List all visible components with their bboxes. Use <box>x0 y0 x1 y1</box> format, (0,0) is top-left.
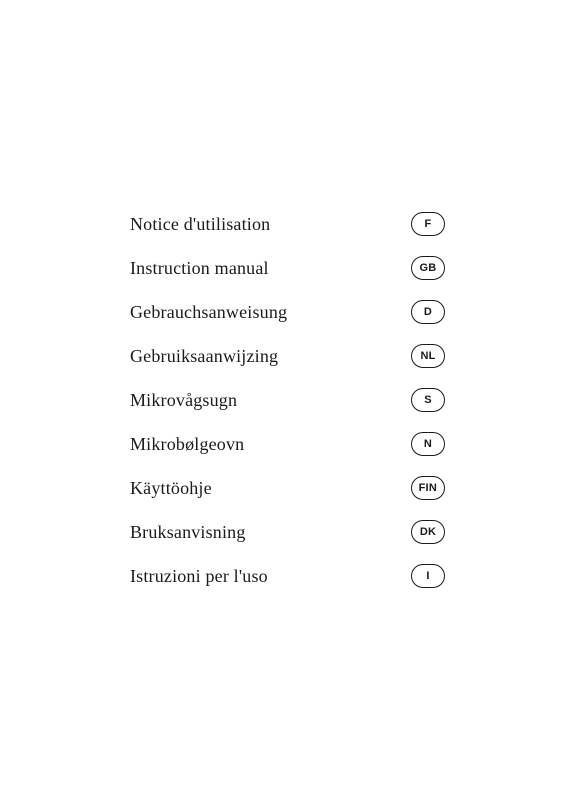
manual-label-dutch: Gebruiksaanwijzing <box>130 346 278 367</box>
lang-badge-german: D <box>411 300 445 324</box>
lang-badge-finnish: FIN <box>411 476 445 500</box>
lang-badge-swedish: S <box>411 388 445 412</box>
manual-label-norwegian: Mikrobølgeovn <box>130 434 244 455</box>
manual-label-english: Instruction manual <box>130 258 269 279</box>
lang-badge-italian: I <box>411 564 445 588</box>
page-container: Notice d'utilisation F Instruction manual G… <box>0 0 565 800</box>
list-item-italian: Istruzioni per l'uso I <box>130 554 445 598</box>
manual-label-german: Gebrauchsanweisung <box>130 302 287 323</box>
manual-label-danish: Bruksanvisning <box>130 522 246 543</box>
lang-badge-dutch: NL <box>411 344 445 368</box>
manual-label-finnish: Käyttöohje <box>130 478 212 499</box>
lang-badge-norwegian: N <box>411 432 445 456</box>
list-item-norwegian: Mikrobølgeovn N <box>130 422 445 466</box>
manual-label-french: Notice d'utilisation <box>130 214 270 235</box>
lang-badge-danish: DK <box>411 520 445 544</box>
list-item-finnish: Käyttöohje FIN <box>130 466 445 510</box>
manual-label-italian: Istruzioni per l'uso <box>130 566 268 587</box>
list-item-dutch: Gebruiksaanwijzing NL <box>130 334 445 378</box>
manual-list: Notice d'utilisation F Instruction manual G… <box>130 202 445 598</box>
list-item-german: Gebrauchsanweisung D <box>130 290 445 334</box>
lang-badge-french: F <box>411 212 445 236</box>
list-item-french: Notice d'utilisation F <box>130 202 445 246</box>
list-item-english: Instruction manual GB <box>130 246 445 290</box>
list-item-danish: Bruksanvisning DK <box>130 510 445 554</box>
lang-badge-english: GB <box>411 256 445 280</box>
list-item-swedish: Mikrovågsugn S <box>130 378 445 422</box>
manual-label-swedish: Mikrovågsugn <box>130 390 237 411</box>
